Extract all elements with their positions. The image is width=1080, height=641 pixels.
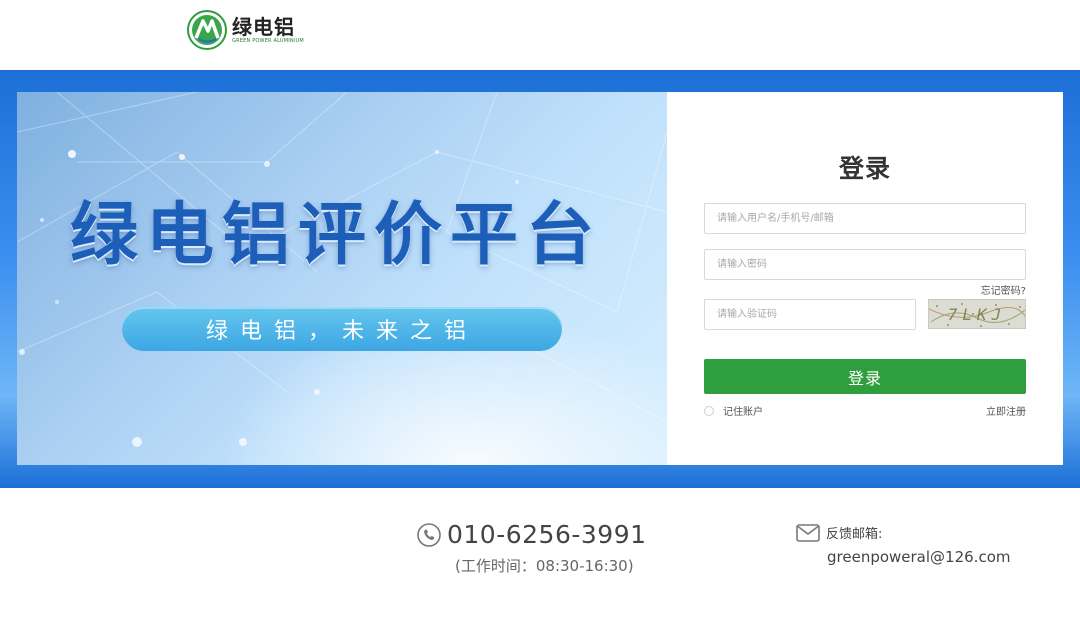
captcha-text: 7LKJ bbox=[947, 305, 1007, 324]
phone-number: 010-6256-3991 bbox=[447, 520, 647, 549]
register-link[interactable]: 立即注册 bbox=[986, 403, 1026, 418]
network-lines-decoration bbox=[17, 92, 667, 447]
email-address[interactable]: greenpoweral@126.com bbox=[827, 548, 1010, 566]
hero-banner bbox=[17, 92, 667, 465]
captcha-image[interactable]: 7LKJ bbox=[928, 299, 1026, 329]
phone-icon bbox=[417, 522, 441, 547]
login-button[interactable]: 登录 bbox=[704, 359, 1026, 394]
work-hours: (工作时间：08:30-16:30) bbox=[455, 557, 634, 575]
remember-account[interactable]: 记住账户 bbox=[704, 403, 763, 418]
logo-mark-icon bbox=[187, 10, 227, 50]
logo[interactable]: 绿电铝 GREEN POWER ALUMINIUM bbox=[187, 10, 304, 50]
logo-name: 绿电铝 bbox=[232, 15, 295, 39]
contact-email: 反馈邮箱: bbox=[796, 523, 882, 542]
banner-title: 绿电铝评价平台 bbox=[70, 196, 603, 275]
login-panel: 登录 忘记密码? 7LKJ 登录 记住账户 立即注册 bbox=[667, 92, 1063, 465]
banner-slogan: 绿电铝，未来之铝 bbox=[122, 307, 562, 351]
remember-checkbox[interactable] bbox=[704, 405, 714, 416]
captcha-input[interactable] bbox=[704, 299, 916, 330]
remember-label: 记住账户 bbox=[723, 407, 763, 418]
contact-phone: 010-6256-3991 bbox=[417, 520, 647, 549]
email-label: 反馈邮箱: bbox=[826, 527, 883, 542]
mail-icon bbox=[796, 523, 820, 542]
logo-tagline: GREEN POWER ALUMINIUM bbox=[232, 38, 304, 44]
forgot-password-link[interactable]: 忘记密码? bbox=[981, 282, 1026, 297]
logo-text: 绿电铝 GREEN POWER ALUMINIUM bbox=[232, 16, 304, 44]
header: 绿电铝 GREEN POWER ALUMINIUM bbox=[0, 0, 1080, 70]
username-input[interactable] bbox=[704, 203, 1026, 234]
password-input[interactable] bbox=[704, 249, 1026, 280]
login-title: 登录 bbox=[838, 154, 891, 183]
